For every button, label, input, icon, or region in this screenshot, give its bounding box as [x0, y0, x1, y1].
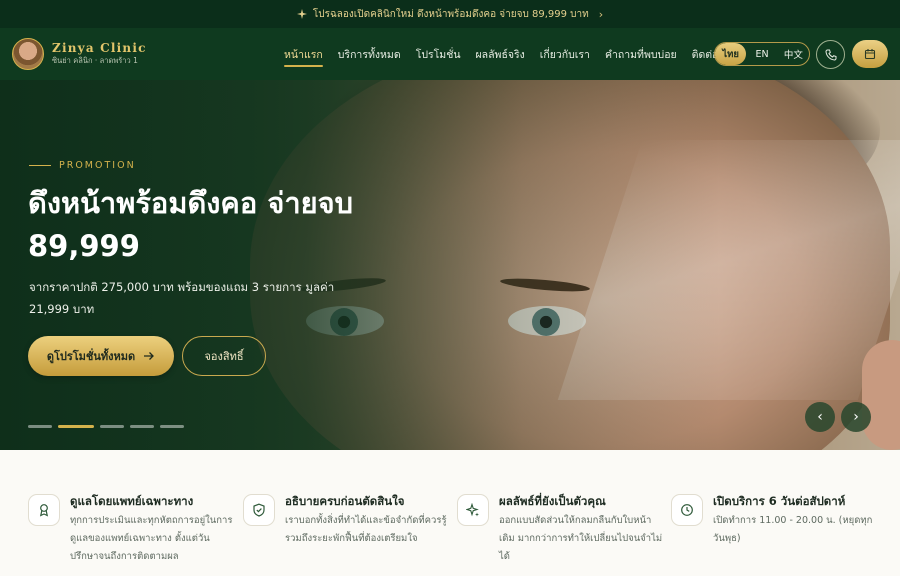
feature-description: ทุกการประเมินและทุกหัตถการอยู่ในการดูแลข…: [70, 515, 233, 562]
promo-tag-label: PROMOTION: [59, 160, 136, 171]
prev-slide-button[interactable]: ‹: [805, 402, 835, 432]
nav-item-faq[interactable]: คำถามที่พบบ่อย: [605, 28, 677, 80]
slide-dot[interactable]: [100, 425, 124, 428]
nav-item-home[interactable]: หน้าแรก: [284, 28, 323, 80]
chevron-right-icon: ›: [598, 7, 604, 21]
chevron-left-icon: ‹: [817, 409, 823, 425]
promo-tag: PROMOTION: [29, 160, 136, 171]
hero-banner: PROMOTION ดึงหน้าพร้อมดึงคอ จ่ายจบ 89,99…: [0, 80, 900, 450]
award-ribbon-icon: [28, 494, 60, 526]
lang-option-thai[interactable]: ไทย: [715, 43, 747, 65]
view-promotions-button[interactable]: ดูโปรโมชั่นทั้งหมด: [28, 336, 174, 376]
nav-item-services[interactable]: บริการทั้งหมด: [338, 28, 401, 80]
phone-icon: [824, 49, 836, 61]
lang-option-zh[interactable]: 中文: [778, 43, 809, 65]
announcement-bar[interactable]: โปรฉลองเปิดคลินิกใหม่ ดึงหน้าพร้อมดึงคอ …: [0, 0, 900, 28]
language-switcher: ไทย EN 中文: [714, 42, 810, 66]
phone-button[interactable]: [816, 40, 845, 69]
reserve-label: จองสิทธิ์: [204, 350, 244, 363]
slide-dot[interactable]: [28, 425, 52, 428]
feature-title: อธิบายครบก่อนตัดสินใจ: [285, 494, 405, 508]
clock-icon: [671, 494, 703, 526]
promo-tag-line: [29, 165, 51, 166]
reserve-button[interactable]: จองสิทธิ์: [182, 336, 266, 376]
main-nav: หน้าแรก บริการทั้งหมด โปรโมชั่น ผลลัพธ์จ…: [284, 28, 734, 80]
hero-title: ดึงหน้าพร้อมดึงคอ จ่ายจบ 89,999: [28, 186, 354, 263]
brand-name: Zinya Clinic: [52, 41, 147, 56]
hero-description: จากราคาปกติ 275,000 บาท พร้อมของแถม 3 รา…: [29, 280, 335, 316]
feature-description: เปิดทำการ 11.00 - 20.00 น. (หยุดทุกวันพุ…: [713, 515, 873, 544]
slide-dot[interactable]: [130, 425, 154, 428]
lang-option-en[interactable]: EN: [746, 43, 777, 65]
chevron-right-icon: ›: [853, 409, 859, 425]
feature-description: ออกแบบสัดส่วนให้กลมกลืนกับใบหน้าเดิม มาก…: [499, 515, 663, 562]
slide-indicators: [28, 425, 184, 428]
nav-item-results[interactable]: ผลลัพธ์จริง: [476, 28, 525, 80]
sparkle-icon: [457, 494, 489, 526]
calendar-icon: [864, 49, 876, 60]
booking-calendar-button[interactable]: [852, 40, 888, 68]
arrow-right-icon: [144, 352, 155, 360]
feature-title: ดูแลโดยแพทย์เฉพาะทาง: [70, 494, 194, 508]
announcement-text: โปรฉลองเปิดคลินิกใหม่ ดึงหน้าพร้อมดึงคอ …: [312, 8, 589, 20]
view-promotions-label: ดูโปรโมชั่นทั้งหมด: [46, 350, 136, 363]
feature-description: เราบอกทั้งสิ่งที่ทำได้และข้อจำกัดที่ควรร…: [285, 515, 447, 544]
slide-dot-active[interactable]: [58, 425, 94, 428]
sparkle-icon: [296, 9, 307, 19]
nav-item-promotions[interactable]: โปรโมชั่น: [416, 28, 461, 80]
clinic-logo[interactable]: [12, 38, 44, 70]
shield-check-icon: [243, 494, 275, 526]
slide-dot[interactable]: [160, 425, 184, 428]
brand-block[interactable]: Zinya Clinic ซินย่า คลินิก · ลาดพร้าว 1: [52, 41, 147, 66]
feature-title: ผลลัพธ์ที่ยังเป็นตัวคุณ: [499, 494, 606, 508]
feature-title: เปิดบริการ 6 วันต่อสัปดาห์: [713, 494, 846, 508]
nav-item-about[interactable]: เกี่ยวกับเรา: [540, 28, 590, 80]
site-header: Zinya Clinic ซินย่า คลินิก · ลาดพร้าว 1 …: [0, 28, 900, 80]
next-slide-button[interactable]: ›: [841, 402, 871, 432]
brand-subtitle: ซินย่า คลินิก · ลาดพร้าว 1: [52, 56, 138, 66]
features-section: ดูแลโดยแพทย์เฉพาะทาง ทุกการประเมินและทุก…: [0, 450, 900, 576]
